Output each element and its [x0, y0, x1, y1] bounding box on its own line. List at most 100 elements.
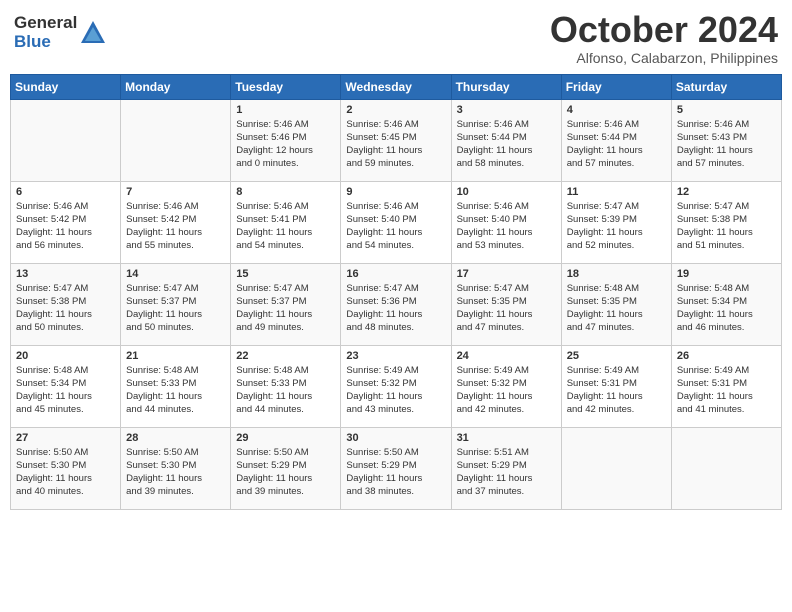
- day-info: Sunrise: 5:47 AM Sunset: 5:39 PM Dayligh…: [567, 200, 666, 253]
- calendar-cell: 31 Sunrise: 5:51 AM Sunset: 5:29 PM Dayli…: [451, 427, 561, 509]
- location-subtitle: Alfonso, Calabarzon, Philippines: [550, 50, 778, 66]
- logo-blue-text: Blue: [14, 33, 77, 52]
- day-number: 4: [567, 104, 666, 116]
- week-row-5: 27 Sunrise: 5:50 AM Sunset: 5:30 PM Dayli…: [11, 427, 782, 509]
- calendar-cell: [671, 427, 781, 509]
- day-number: 13: [16, 268, 115, 280]
- day-number: 5: [677, 104, 776, 116]
- day-number: 16: [346, 268, 445, 280]
- day-info: Sunrise: 5:46 AM Sunset: 5:44 PM Dayligh…: [567, 118, 666, 171]
- day-number: 1: [236, 104, 335, 116]
- month-title: October 2024: [550, 10, 778, 50]
- day-info: Sunrise: 5:46 AM Sunset: 5:41 PM Dayligh…: [236, 200, 335, 253]
- calendar-cell: 23Sunrise: 5:49 AM Sunset: 5:32 PM Dayli…: [341, 345, 451, 427]
- week-row-4: 20 Sunrise: 5:48 AM Sunset: 5:34 PM Dayli…: [11, 345, 782, 427]
- calendar-cell: [11, 99, 121, 181]
- calendar-cell: 17 Sunrise: 5:47 AM Sunset: 5:35 PM Dayli…: [451, 263, 561, 345]
- page-header: General Blue October 2024 Alfonso, Calab…: [10, 10, 782, 66]
- day-info: Sunrise: 5:47 AM Sunset: 5:38 PM Dayligh…: [677, 200, 776, 253]
- calendar-cell: 9Sunrise: 5:46 AM Sunset: 5:40 PM Daylig…: [341, 181, 451, 263]
- calendar-cell: 8 Sunrise: 5:46 AM Sunset: 5:41 PM Daylig…: [231, 181, 341, 263]
- header-cell-sunday: Sunday: [11, 74, 121, 99]
- calendar-cell: 10Sunrise: 5:46 AM Sunset: 5:40 PM Dayli…: [451, 181, 561, 263]
- day-info: Sunrise: 5:49 AM Sunset: 5:32 PM Dayligh…: [457, 364, 556, 417]
- day-info: Sunrise: 5:47 AM Sunset: 5:37 PM Dayligh…: [236, 282, 335, 335]
- header-cell-tuesday: Tuesday: [231, 74, 341, 99]
- header-row: SundayMondayTuesdayWednesdayThursdayFrid…: [11, 74, 782, 99]
- day-info: Sunrise: 5:47 AM Sunset: 5:38 PM Dayligh…: [16, 282, 115, 335]
- day-number: 25: [567, 350, 666, 362]
- header-cell-thursday: Thursday: [451, 74, 561, 99]
- day-info: Sunrise: 5:50 AM Sunset: 5:30 PM Dayligh…: [126, 446, 225, 499]
- day-info: Sunrise: 5:47 AM Sunset: 5:36 PM Dayligh…: [346, 282, 445, 335]
- calendar-cell: 4 Sunrise: 5:46 AM Sunset: 5:44 PM Daylig…: [561, 99, 671, 181]
- day-number: 31: [457, 432, 556, 444]
- day-info: Sunrise: 5:46 AM Sunset: 5:45 PM Dayligh…: [346, 118, 445, 171]
- day-number: 6: [16, 186, 115, 198]
- calendar-cell: 20 Sunrise: 5:48 AM Sunset: 5:34 PM Dayli…: [11, 345, 121, 427]
- calendar-cell: 19Sunrise: 5:48 AM Sunset: 5:34 PM Dayli…: [671, 263, 781, 345]
- day-info: Sunrise: 5:46 AM Sunset: 5:43 PM Dayligh…: [677, 118, 776, 171]
- day-info: Sunrise: 5:46 AM Sunset: 5:42 PM Dayligh…: [16, 200, 115, 253]
- day-number: 18: [567, 268, 666, 280]
- calendar-cell: 28 Sunrise: 5:50 AM Sunset: 5:30 PM Dayli…: [121, 427, 231, 509]
- day-info: Sunrise: 5:46 AM Sunset: 5:40 PM Dayligh…: [346, 200, 445, 253]
- day-number: 28: [126, 432, 225, 444]
- logo-icon: [79, 19, 107, 47]
- day-info: Sunrise: 5:48 AM Sunset: 5:34 PM Dayligh…: [677, 282, 776, 335]
- calendar-cell: 21 Sunrise: 5:48 AM Sunset: 5:33 PM Dayli…: [121, 345, 231, 427]
- calendar-cell: 2 Sunrise: 5:46 AM Sunset: 5:45 PM Daylig…: [341, 99, 451, 181]
- day-info: Sunrise: 5:46 AM Sunset: 5:46 PM Dayligh…: [236, 118, 335, 171]
- day-number: 15: [236, 268, 335, 280]
- week-row-1: 1 Sunrise: 5:46 AM Sunset: 5:46 PM Daylig…: [11, 99, 782, 181]
- day-number: 29: [236, 432, 335, 444]
- day-info: Sunrise: 5:50 AM Sunset: 5:29 PM Dayligh…: [346, 446, 445, 499]
- week-row-2: 6 Sunrise: 5:46 AM Sunset: 5:42 PM Daylig…: [11, 181, 782, 263]
- day-number: 8: [236, 186, 335, 198]
- day-info: Sunrise: 5:46 AM Sunset: 5:44 PM Dayligh…: [457, 118, 556, 171]
- day-number: 12: [677, 186, 776, 198]
- day-info: Sunrise: 5:50 AM Sunset: 5:29 PM Dayligh…: [236, 446, 335, 499]
- calendar-cell: 3 Sunrise: 5:46 AM Sunset: 5:44 PM Daylig…: [451, 99, 561, 181]
- day-number: 11: [567, 186, 666, 198]
- calendar-cell: 25 Sunrise: 5:49 AM Sunset: 5:31 PM Dayli…: [561, 345, 671, 427]
- header-cell-monday: Monday: [121, 74, 231, 99]
- day-number: 26: [677, 350, 776, 362]
- day-info: Sunrise: 5:50 AM Sunset: 5:30 PM Dayligh…: [16, 446, 115, 499]
- day-number: 30: [346, 432, 445, 444]
- day-number: 10: [457, 186, 556, 198]
- day-number: 20: [16, 350, 115, 362]
- day-number: 27: [16, 432, 115, 444]
- calendar-cell: 26 Sunrise: 5:49 AM Sunset: 5:31 PM Dayli…: [671, 345, 781, 427]
- day-info: Sunrise: 5:48 AM Sunset: 5:34 PM Dayligh…: [16, 364, 115, 417]
- calendar-cell: 30 Sunrise: 5:50 AM Sunset: 5:29 PM Dayli…: [341, 427, 451, 509]
- day-number: 2: [346, 104, 445, 116]
- calendar-cell: 14 Sunrise: 5:47 AM Sunset: 5:37 PM Dayli…: [121, 263, 231, 345]
- day-info: Sunrise: 5:51 AM Sunset: 5:29 PM Dayligh…: [457, 446, 556, 499]
- day-info: Sunrise: 5:49 AM Sunset: 5:31 PM Dayligh…: [567, 364, 666, 417]
- day-number: 17: [457, 268, 556, 280]
- logo: General Blue: [14, 14, 107, 51]
- calendar-cell: 18 Sunrise: 5:48 AM Sunset: 5:35 PM Dayli…: [561, 263, 671, 345]
- calendar-cell: 22Sunrise: 5:48 AM Sunset: 5:33 PM Dayli…: [231, 345, 341, 427]
- day-info: Sunrise: 5:48 AM Sunset: 5:35 PM Dayligh…: [567, 282, 666, 335]
- calendar-cell: [561, 427, 671, 509]
- calendar-cell: 1 Sunrise: 5:46 AM Sunset: 5:46 PM Daylig…: [231, 99, 341, 181]
- day-info: Sunrise: 5:49 AM Sunset: 5:31 PM Dayligh…: [677, 364, 776, 417]
- header-cell-saturday: Saturday: [671, 74, 781, 99]
- calendar-cell: [121, 99, 231, 181]
- day-number: 3: [457, 104, 556, 116]
- day-info: Sunrise: 5:48 AM Sunset: 5:33 PM Dayligh…: [126, 364, 225, 417]
- day-number: 23: [346, 350, 445, 362]
- day-info: Sunrise: 5:47 AM Sunset: 5:35 PM Dayligh…: [457, 282, 556, 335]
- day-number: 21: [126, 350, 225, 362]
- calendar-table: SundayMondayTuesdayWednesdayThursdayFrid…: [10, 74, 782, 510]
- calendar-cell: 15 Sunrise: 5:47 AM Sunset: 5:37 PM Dayli…: [231, 263, 341, 345]
- day-number: 14: [126, 268, 225, 280]
- calendar-cell: 12 Sunrise: 5:47 AM Sunset: 5:38 PM Dayli…: [671, 181, 781, 263]
- calendar-header: SundayMondayTuesdayWednesdayThursdayFrid…: [11, 74, 782, 99]
- day-info: Sunrise: 5:48 AM Sunset: 5:33 PM Dayligh…: [236, 364, 335, 417]
- calendar-cell: 16 Sunrise: 5:47 AM Sunset: 5:36 PM Dayli…: [341, 263, 451, 345]
- day-info: Sunrise: 5:47 AM Sunset: 5:37 PM Dayligh…: [126, 282, 225, 335]
- calendar-cell: 7Sunrise: 5:46 AM Sunset: 5:42 PM Daylig…: [121, 181, 231, 263]
